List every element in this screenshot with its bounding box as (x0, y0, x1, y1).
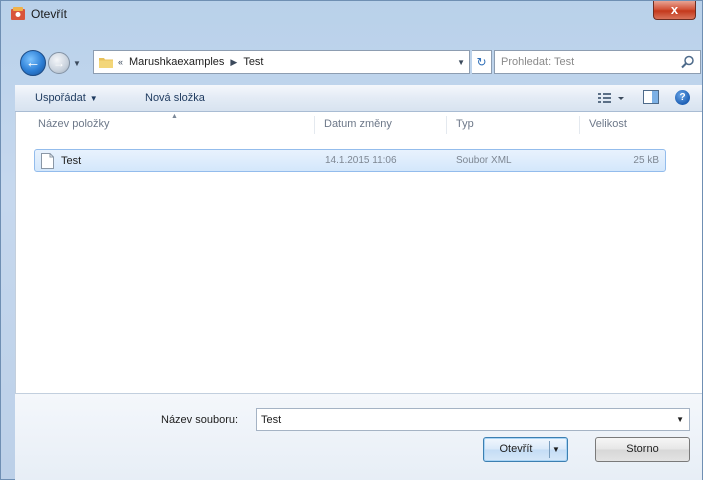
organize-button[interactable]: Uspořádat ▼ (35, 92, 98, 104)
search-input[interactable] (495, 51, 675, 73)
column-header-type[interactable]: Typ (456, 118, 474, 130)
arrow-left-icon: ← (25, 54, 41, 71)
column-header-size[interactable]: Velikost (589, 118, 627, 130)
file-size: 25 kB (633, 155, 659, 166)
file-date: 14.1.2015 11:06 (325, 155, 397, 166)
sort-indicator-icon: ▲ (171, 113, 178, 120)
breadcrumb-overflow-icon[interactable]: « (118, 57, 123, 67)
open-button-label: Otevřít (499, 443, 533, 455)
filename-input[interactable] (257, 409, 667, 430)
bottom-panel: Název souboru: ▼ Otevřít ▼ Storno (15, 393, 702, 480)
refresh-icon: ↻ (476, 55, 487, 69)
preview-pane-icon[interactable] (643, 90, 659, 104)
window-title: Otevřít (31, 7, 68, 21)
column-divider[interactable] (579, 116, 580, 134)
address-bar[interactable]: « Marushkaexamples ▶ Test ▼ (93, 50, 470, 74)
column-divider[interactable] (314, 116, 315, 134)
filename-label: Název souboru: (161, 414, 239, 426)
file-name: Test (61, 155, 82, 167)
refresh-button[interactable]: ↻ (472, 50, 492, 74)
breadcrumb: « Marushkaexamples ▶ Test (118, 56, 264, 68)
file-type: Soubor XML (456, 155, 512, 166)
chevron-down-icon: ▼ (89, 94, 98, 103)
chevron-down-icon[interactable]: ▼ (457, 58, 465, 67)
help-icon[interactable]: ? (675, 90, 690, 105)
new-folder-button[interactable]: Nová složka (145, 92, 205, 104)
search-box (494, 50, 701, 74)
recent-locations-dropdown[interactable]: ▼ (73, 59, 83, 68)
forward-button[interactable]: → (48, 52, 70, 74)
chevron-down-icon[interactable]: ▼ (676, 415, 684, 424)
column-header-name[interactable]: Název položky (38, 118, 110, 130)
open-file-dialog: Otevřít x ← → ▼ « Marushkaexamples ▶ Test ▼… (0, 0, 703, 480)
command-toolbar: Uspořádat ▼ Nová složka ? (15, 85, 702, 112)
open-button[interactable]: Otevřít ▼ (483, 437, 568, 462)
cancel-button[interactable]: Storno (595, 437, 690, 462)
close-button[interactable]: x (653, 1, 696, 20)
column-divider[interactable] (446, 116, 447, 134)
filename-combobox: ▼ (256, 408, 690, 431)
folder-icon (99, 58, 113, 68)
file-row[interactable]: Test 14.1.2015 11:06 Soubor XML 25 kB (34, 149, 666, 172)
split-divider (549, 441, 550, 458)
title-bar: Otevřít x (1, 1, 702, 27)
organize-label: Uspořádat (35, 92, 86, 104)
breadcrumb-item[interactable]: Marushkaexamples (129, 56, 224, 68)
back-button[interactable]: ← (20, 50, 46, 76)
chevron-right-icon[interactable]: ▶ (230, 57, 237, 67)
document-icon (41, 153, 54, 169)
file-list: Název položky ▲ Datum změny Typ Velikost… (15, 112, 702, 393)
breadcrumb-item[interactable]: Test (243, 56, 263, 68)
open-options-dropdown[interactable]: ▼ (552, 445, 560, 454)
change-view-icon[interactable] (597, 90, 627, 106)
search-icon[interactable] (681, 55, 695, 69)
app-icon (11, 7, 25, 20)
column-header-date[interactable]: Datum změny (324, 118, 392, 130)
arrow-right-icon: → (53, 56, 65, 70)
